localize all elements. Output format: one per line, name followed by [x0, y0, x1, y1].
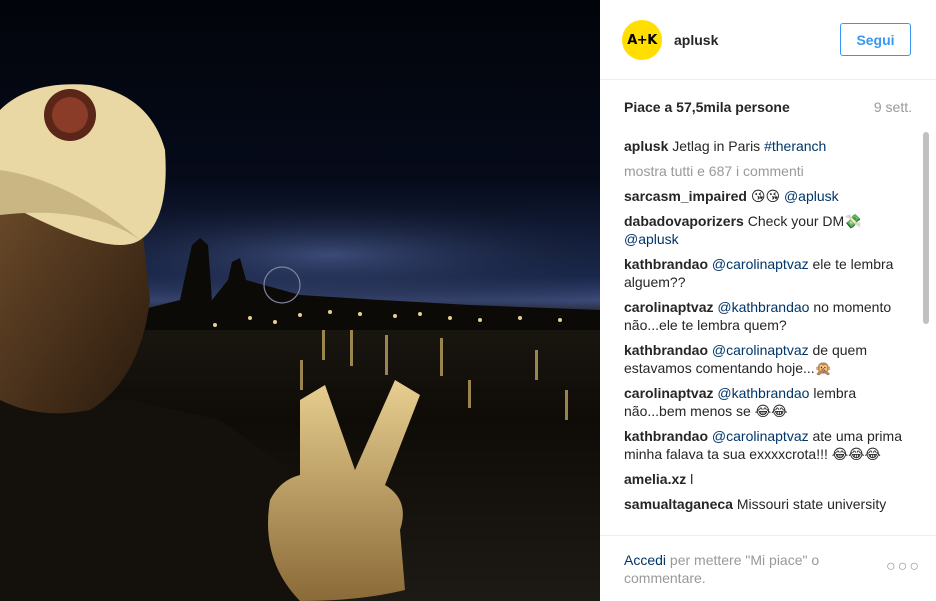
comment-item: kathbrandao @carolinaptvaz de quem estav…: [624, 341, 912, 377]
comment-mention[interactable]: @kathbrandao: [717, 299, 809, 315]
comment-mention[interactable]: @carolinaptvaz: [712, 342, 809, 358]
photo-scene: [0, 84, 600, 601]
likes-count[interactable]: Piace a 57,5mila persone: [624, 99, 790, 115]
comment-item: samualtaganeca Missouri state university: [624, 495, 912, 513]
comment-mention[interactable]: @aplusk: [784, 188, 839, 204]
login-link[interactable]: Accedi: [624, 552, 666, 568]
post-footer: Accedi per mettere "Mi piace" o commenta…: [600, 535, 936, 601]
more-options-icon[interactable]: ○○○: [886, 558, 921, 576]
comment-text: Missouri state university: [736, 496, 887, 512]
post-photo: [0, 0, 600, 601]
likes-row: Piace a 57,5mila persone 9 sett.: [624, 99, 912, 119]
comment-item: sarcasm_impaired 😘😘 @aplusk: [624, 187, 912, 205]
comment-list: aplusk Jetlag in Paris #theranch mostra …: [624, 137, 912, 530]
comment-item: dabadovaporizers Check your DM💸 @aplusk: [624, 212, 912, 248]
username-link[interactable]: aplusk: [674, 32, 718, 48]
comment-mention[interactable]: @kathbrandao: [717, 385, 809, 401]
login-prompt: Accedi per mettere "Mi piace" o commenta…: [624, 551, 864, 587]
show-all-comments-link[interactable]: mostra tutti e 687 i commenti: [624, 162, 912, 180]
avatar[interactable]: A+K: [622, 20, 662, 60]
comment-text: l: [690, 471, 694, 487]
comment-item: carolinaptvaz @kathbrandao lembra não...…: [624, 384, 912, 420]
comment-mention[interactable]: @carolinaptvaz: [712, 428, 809, 444]
comment-username[interactable]: carolinaptvaz: [624, 299, 713, 315]
comment-username[interactable]: samualtaganeca: [624, 496, 733, 512]
caption-text: Jetlag in Paris: [672, 138, 761, 154]
post-header: A+K aplusk Segui: [600, 0, 936, 80]
comment-username[interactable]: kathbrandao: [624, 342, 708, 358]
comment-mention[interactable]: @aplusk: [624, 231, 679, 247]
comment-item: kathbrandao @carolinaptvaz ele te lembra…: [624, 255, 912, 291]
comments-scrollbar[interactable]: [921, 132, 930, 534]
comment-text: 😘😘: [750, 188, 781, 204]
caption-hashtag[interactable]: #theranch: [764, 138, 826, 154]
comment-username[interactable]: sarcasm_impaired: [624, 188, 747, 204]
comment-username[interactable]: dabadovaporizers: [624, 213, 744, 229]
comment-username[interactable]: amelia.xz: [624, 471, 686, 487]
comment-item: carolinaptvaz @kathbrandao no momento nã…: [624, 298, 912, 334]
scrollbar-thumb[interactable]: [923, 132, 929, 324]
follow-button[interactable]: Segui: [840, 23, 911, 56]
post-sidebar: A+K aplusk Segui Piace a 57,5mila person…: [600, 0, 936, 601]
comment-text: Check your DM💸: [747, 213, 862, 229]
comment-item: amelia.xz l: [624, 470, 912, 488]
caption: aplusk Jetlag in Paris #theranch: [624, 137, 912, 155]
comment-username[interactable]: kathbrandao: [624, 428, 708, 444]
comment-item: kathbrandao @carolinaptvaz ate uma prima…: [624, 427, 912, 463]
comment-username[interactable]: carolinaptvaz: [624, 385, 713, 401]
caption-username[interactable]: aplusk: [624, 138, 668, 154]
comment-mention[interactable]: @carolinaptvaz: [712, 256, 809, 272]
post-timestamp[interactable]: 9 sett.: [874, 99, 912, 115]
comment-username[interactable]: kathbrandao: [624, 256, 708, 272]
